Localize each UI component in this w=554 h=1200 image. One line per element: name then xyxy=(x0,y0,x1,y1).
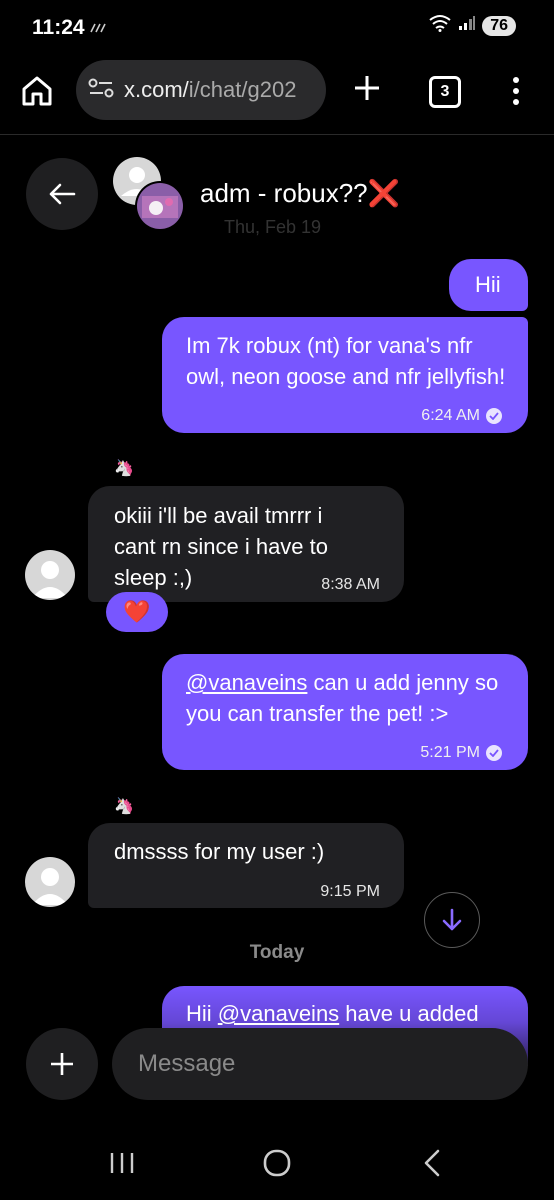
address-bar[interactable]: x.com/i/chat/g202 xyxy=(76,60,326,120)
message-text: okiii i'll be avail tmrrr i cant rn sinc… xyxy=(114,503,329,590)
heart-reaction[interactable]: ❤️ xyxy=(106,592,168,632)
sender-unicorn-emoji: 🦄 xyxy=(114,460,134,477)
scroll-to-bottom-button[interactable] xyxy=(424,892,480,948)
message-bubble-sent[interactable]: @vanaveins can u add jenny so you can tr… xyxy=(162,654,528,770)
more-menu-icon[interactable] xyxy=(506,74,526,108)
message-time: 9:15 PM xyxy=(320,883,380,900)
message-bubble-received[interactable]: okiii i'll be avail tmrrr i cant rn sinc… xyxy=(88,486,404,602)
message-text: Hii xyxy=(475,272,501,297)
battery-indicator: 76 xyxy=(482,15,516,36)
recent-apps-icon[interactable] xyxy=(108,1150,136,1176)
message-bubble-sent[interactable]: Hii xyxy=(449,259,528,311)
message-time: 8:38 AM xyxy=(321,576,380,593)
group-avatar[interactable] xyxy=(112,156,186,232)
message-text: Im 7k robux (nt) for vana's nfr owl, neo… xyxy=(186,333,506,389)
sender-avatar[interactable] xyxy=(25,857,75,907)
back-button[interactable] xyxy=(26,158,98,230)
message-time: 6:24 AM xyxy=(421,407,480,424)
signal-icon xyxy=(458,15,476,36)
status-icons: 76 xyxy=(428,14,516,37)
message-meta: 6:24 AM xyxy=(421,400,502,431)
seen-check-icon xyxy=(486,744,502,761)
seen-check-icon xyxy=(486,407,502,424)
tab-switcher-button[interactable]: 3 xyxy=(429,76,461,108)
message-text: Hii @vanaveins have u added xyxy=(186,1001,479,1026)
message-text: dmssss for my user :) xyxy=(114,839,325,864)
status-time: 11:24 xyxy=(32,16,85,39)
sender-avatar[interactable] xyxy=(25,550,75,600)
url-text: x.com/i/chat/g202 xyxy=(124,77,297,102)
date-divider: Thu, Feb 19 xyxy=(224,217,322,237)
today-divider: Today xyxy=(249,942,305,963)
chat-title[interactable]: adm - robux??❌ xyxy=(200,178,400,209)
sender-unicorn-emoji: 🦄 xyxy=(114,798,134,815)
message-bubble-received[interactable]: dmssss for my user :) 9:15 PM xyxy=(88,823,404,908)
site-settings-icon[interactable] xyxy=(88,78,114,103)
wifi-icon xyxy=(428,14,452,37)
mention-link[interactable]: @vanaveins xyxy=(186,670,307,695)
nav-home-icon[interactable] xyxy=(262,1148,292,1178)
new-tab-button[interactable] xyxy=(350,74,384,108)
nav-back-icon[interactable] xyxy=(420,1148,444,1178)
vibrate-icon xyxy=(90,22,108,37)
mention-link[interactable]: @vanaveins xyxy=(218,1001,339,1026)
message-text: @vanaveins can u add jenny so you can tr… xyxy=(186,670,499,726)
attach-button[interactable] xyxy=(26,1028,98,1100)
message-time: 5:21 PM xyxy=(420,744,480,761)
message-bubble-sent[interactable]: Im 7k robux (nt) for vana's nfr owl, neo… xyxy=(162,317,528,433)
home-icon[interactable] xyxy=(20,74,54,108)
message-input[interactable] xyxy=(112,1028,528,1100)
message-meta: 5:21 PM xyxy=(420,737,502,768)
toolbar-divider xyxy=(0,134,554,135)
cross-mark-emoji: ❌ xyxy=(367,178,401,208)
